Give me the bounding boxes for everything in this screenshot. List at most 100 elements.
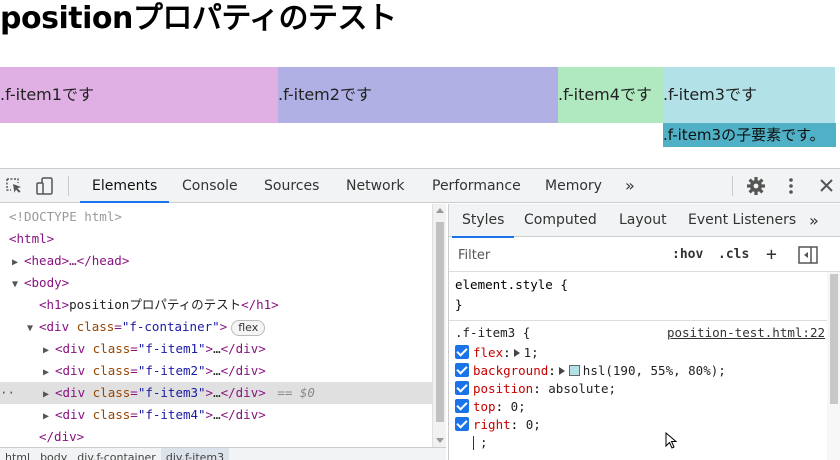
prop-value[interactable]: 0; (511, 399, 526, 414)
new-declaration[interactable]: ; (473, 434, 488, 452)
element-style-close: } (455, 297, 463, 312)
close-icon[interactable] (816, 176, 838, 196)
collapse-arrow-icon[interactable]: ▼ (12, 274, 24, 296)
prop-name[interactable]: right (473, 417, 511, 432)
crumb-item3[interactable]: div.f-item3 (160, 448, 230, 460)
prop-name[interactable]: position (473, 381, 533, 396)
dom-head[interactable]: ▶ <head>…</head> (0, 250, 432, 272)
filter-bar: :hov .cls + (449, 238, 840, 272)
hov-toggle[interactable]: :hov (672, 246, 703, 264)
eq-sign: = (114, 319, 122, 334)
prop-value[interactable]: hsl(190, 55%, 80%); (583, 363, 726, 378)
mouse-pointer-icon (665, 431, 679, 453)
prop-value[interactable]: 1; (524, 345, 539, 360)
expand-arrow-icon[interactable]: ▶ (43, 362, 55, 384)
expand-arrow-icon[interactable]: ▶ (43, 384, 55, 406)
more-tabs-icon[interactable]: » (625, 169, 635, 203)
more-tabs-icon[interactable]: » (809, 204, 819, 237)
crumb-container[interactable]: div.f-container (72, 448, 161, 460)
decl-position[interactable]: position: absolute; (455, 380, 616, 398)
flex-badge[interactable]: flex (231, 320, 266, 336)
filter-input[interactable] (453, 243, 660, 267)
kebab-menu-icon[interactable] (780, 176, 802, 196)
dom-f-item1[interactable]: ▶ <div class="f-item1">…</div> (0, 338, 432, 360)
prop-value[interactable]: absolute; (548, 381, 616, 396)
toolbar-separator (68, 176, 69, 196)
tab-styles[interactable]: Styles (451, 204, 516, 238)
dom-body[interactable]: ▼ <body> (0, 272, 432, 294)
dom-f-item4[interactable]: ▶ <div class="f-item4">…</div> (0, 404, 432, 426)
checkbox-checked-icon[interactable] (455, 363, 469, 377)
expand-arrow-icon[interactable] (513, 349, 520, 357)
rule-selector[interactable]: .f-item3 { (455, 324, 530, 342)
tab-performance[interactable]: Performance (432, 169, 521, 203)
styles-scrollbar[interactable] (827, 272, 840, 460)
element-style-selector[interactable]: element.style { (455, 276, 568, 294)
source-link[interactable]: position-test.html:22 (667, 324, 825, 342)
tab-elements[interactable]: Elements (79, 169, 170, 203)
expand-arrow-icon[interactable]: ▶ (43, 406, 55, 428)
expand-arrow-icon[interactable]: ▶ (12, 252, 24, 274)
dom-scrollbar[interactable] (432, 204, 446, 447)
dom-f-item3-selected[interactable]: ·· ▶ <div class="f-item3">…</div> == $0 (0, 382, 432, 404)
row-dots[interactable]: ·· (0, 382, 15, 404)
crumb-html[interactable]: html (0, 448, 35, 460)
tab-event-listeners[interactable]: Event Listeners (688, 204, 796, 237)
page-title: positionプロパティのテスト (0, 1, 397, 36)
scrollbar-thumb[interactable] (436, 222, 444, 422)
div-close-tag: </div> (220, 385, 266, 400)
prop-name[interactable]: background (473, 363, 548, 378)
decl-background[interactable]: background: hsl(190, 55%, 80%); (455, 362, 726, 380)
dom-doctype[interactable]: <!DOCTYPE html> (0, 206, 432, 228)
collapse-arrow-icon[interactable]: ▼ (27, 318, 39, 340)
styles-pane: Styles Computed Layout Event Listeners »… (448, 204, 840, 460)
selected-marker: == $0 (277, 385, 315, 400)
decl-flex[interactable]: flex: 1; (455, 344, 539, 362)
breadcrumb: html body div.f-container div.f-item3 (0, 447, 446, 460)
tab-network[interactable]: Network (346, 169, 404, 203)
color-swatch[interactable] (568, 365, 580, 376)
prop-value[interactable]: 0; (526, 417, 541, 432)
gear-icon[interactable] (745, 176, 767, 196)
scrollbar-thumb[interactable] (830, 274, 838, 404)
new-decl-text[interactable]: ; (480, 435, 488, 450)
toggle-sidebar-icon[interactable] (797, 245, 819, 265)
dom-f-container[interactable]: ▼ <div class="f-container"> flex (0, 316, 432, 338)
tab-console[interactable]: Console (182, 169, 238, 203)
body-tag: <body> (24, 275, 70, 290)
tab-memory[interactable]: Memory (545, 169, 602, 203)
decl-right[interactable]: right: 0; (455, 416, 541, 434)
cls-toggle[interactable]: .cls (718, 246, 749, 264)
checkbox-checked-icon[interactable] (455, 345, 469, 359)
scroll-down-icon[interactable] (436, 438, 444, 443)
div-close-tag: </div> (220, 341, 266, 356)
tag-close: > (205, 385, 214, 400)
eq-sign: = (130, 363, 138, 378)
checkbox-checked-icon[interactable] (455, 417, 469, 431)
tab-sources[interactable]: Sources (264, 169, 319, 203)
device-toggle-icon[interactable] (34, 176, 56, 196)
decl-top[interactable]: top: 0; (455, 398, 526, 416)
dom-f-item2[interactable]: ▶ <div class="f-item2">…</div> (0, 360, 432, 382)
crumb-body[interactable]: body (35, 448, 72, 460)
h1-close-tag: </h1> (241, 297, 279, 312)
dom-h1[interactable]: <h1>positionプロパティのテスト</h1> (0, 294, 432, 316)
prop-name[interactable]: top (473, 399, 496, 414)
div-open-tag: <div (55, 363, 93, 378)
dom-container-close[interactable]: </div> (0, 426, 432, 447)
inspect-element-icon[interactable] (4, 176, 26, 196)
tab-layout[interactable]: Layout (619, 204, 667, 237)
expand-arrow-icon[interactable] (558, 367, 565, 375)
eq-sign: = (130, 385, 138, 400)
scroll-up-icon[interactable] (436, 208, 444, 213)
tab-computed[interactable]: Computed (524, 204, 597, 237)
checkbox-checked-icon[interactable] (455, 399, 469, 413)
checkbox-checked-icon[interactable] (455, 381, 469, 395)
new-rule-plus-icon[interactable]: + (766, 246, 777, 264)
div-open-tag: <div (55, 385, 93, 400)
dom-html[interactable]: <html> (0, 228, 432, 250)
devtools-panel: Elements Console Sources Network Perform… (0, 168, 840, 460)
expand-arrow-icon[interactable]: ▶ (43, 340, 55, 362)
prop-name[interactable]: flex (473, 345, 503, 360)
devtools-toolbar: Elements Console Sources Network Perform… (0, 169, 840, 203)
